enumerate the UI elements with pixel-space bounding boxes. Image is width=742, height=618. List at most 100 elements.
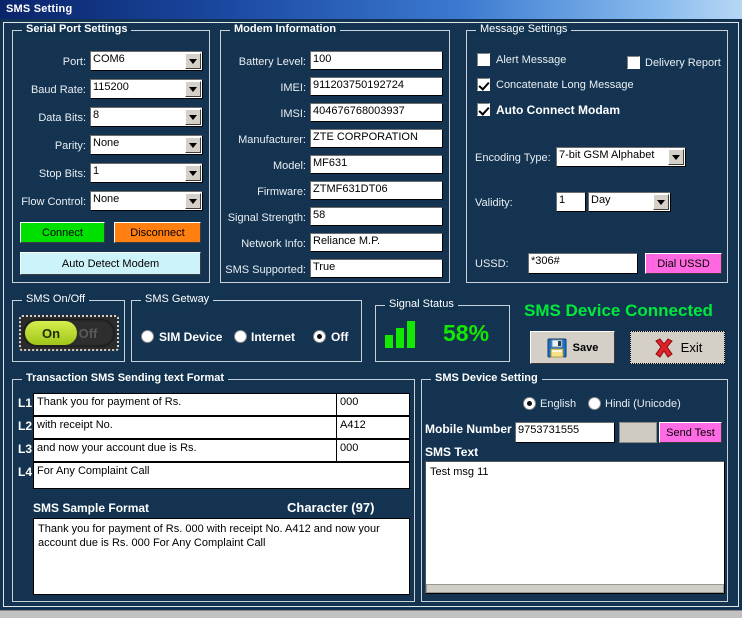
sms-onoff-on-label: On [25, 321, 77, 345]
encoding-type-value: 7-bit GSM Alphabet [559, 149, 655, 161]
dial-ussd-button[interactable]: Dial USSD [645, 253, 722, 274]
imei-field[interactable]: 911203750192724 [310, 77, 443, 96]
chevron-down-icon[interactable] [185, 137, 201, 153]
battery-level-field[interactable]: 100 [310, 51, 443, 70]
network-info-label: Network Info: [241, 238, 306, 250]
signal-strength-field[interactable]: 58 [310, 207, 443, 226]
chevron-down-icon[interactable] [185, 53, 201, 69]
ussd-value: *306# [531, 255, 560, 267]
transaction-row-3-text[interactable]: and now your account due is Rs. [33, 439, 337, 462]
language-radio-hindi[interactable] [588, 397, 601, 410]
transaction-row-3-value[interactable]: 000 [336, 439, 410, 462]
transaction-row-3-value-text: 000 [340, 442, 359, 454]
gateway-label-internet: Internet [251, 330, 296, 344]
chevron-down-icon[interactable] [185, 81, 201, 97]
chevron-down-icon[interactable] [653, 194, 669, 210]
auto-detect-modem-label: Auto Detect Modem [61, 257, 160, 270]
imsi-label: IMSI: [280, 108, 306, 120]
baud-rate-combobox[interactable]: 115200 [90, 79, 203, 99]
gateway-radio-internet[interactable] [234, 330, 247, 343]
gateway-label-off: Off [331, 330, 349, 344]
delivery-report-checkbox[interactable] [627, 56, 640, 69]
alert-message-label: Alert Message [496, 54, 567, 66]
chevron-down-icon[interactable] [668, 149, 684, 165]
transaction-row-2-text[interactable]: with receipt No. [33, 416, 337, 439]
sms-text-input[interactable]: Test msg 11 [425, 461, 725, 594]
stop-bits-value: 1 [93, 165, 100, 177]
data-bits-label: Data Bits: [38, 112, 86, 124]
manufacturer-label: Manufacturer: [238, 134, 306, 146]
stop-bits-label: Stop Bits: [38, 168, 86, 180]
sms-text-value: Test msg 11 [430, 466, 489, 478]
parity-combobox[interactable]: None [90, 135, 203, 155]
transaction-row-2-value[interactable]: A412 [336, 416, 410, 439]
send-test-button[interactable]: Send Test [659, 422, 722, 443]
character-count: Character (97) [287, 500, 375, 515]
firmware-field[interactable]: ZTMF631DT06 [310, 181, 443, 200]
save-button-label: Save [572, 341, 599, 354]
sms-supported-field[interactable]: True [310, 259, 443, 278]
gateway-radio-sim-device[interactable] [141, 330, 154, 343]
transaction-row-1-value[interactable]: 000 [336, 393, 410, 416]
sms-onoff-toggle[interactable]: On Off [19, 315, 119, 351]
message-settings-caption: Message Settings [476, 23, 572, 35]
transaction-row-3-text-value: and now your account due is Rs. [37, 442, 197, 454]
imsi-field[interactable]: 404676768003937 [310, 103, 443, 122]
mobile-number-spacer [619, 422, 657, 443]
connect-button[interactable]: Connect [20, 222, 105, 243]
stop-bits-combobox[interactable]: 1 [90, 163, 203, 183]
firmware-label: Firmware: [257, 186, 306, 198]
validity-unit-value: Day [591, 194, 611, 206]
sms-sample-format-text: Thank you for payment of Rs. 000 with re… [38, 523, 380, 549]
signal-strength-label: Signal Strength: [227, 212, 306, 224]
mobile-number-label: Mobile Number [425, 422, 512, 436]
model-field[interactable]: MF631 [310, 155, 443, 174]
language-radio-english[interactable] [523, 397, 536, 410]
chevron-down-icon[interactable] [185, 193, 201, 209]
disconnect-button-label: Disconnect [130, 226, 185, 239]
save-button[interactable]: Save [530, 331, 615, 364]
window-title-bar: SMS Setting [0, 0, 742, 19]
mobile-number-value: 9753731555 [518, 424, 580, 436]
mobile-number-field[interactable]: 9753731555 [515, 422, 615, 443]
sms-onoff-toggle-track[interactable]: On Off [23, 319, 115, 347]
transaction-row-1-text[interactable]: Thank you for payment of Rs. [33, 393, 337, 416]
sms-gateway-caption: SMS Getway [141, 293, 214, 305]
flow-control-value: None [93, 193, 120, 205]
auto-detect-modem-button[interactable]: Auto Detect Modem [20, 252, 201, 275]
transaction-row-2-text-value: with receipt No. [37, 419, 113, 431]
imei-value: 911203750192724 [313, 79, 404, 91]
chevron-down-icon[interactable] [185, 165, 201, 181]
data-bits-combobox[interactable]: 8 [90, 107, 203, 127]
language-label-english: English [540, 398, 577, 410]
baud-rate-label: Baud Rate: [30, 84, 86, 96]
ussd-field[interactable]: *306# [528, 253, 638, 274]
sms-text-horizontal-scrollbar[interactable] [426, 584, 724, 593]
transaction-row-4-text-value: For Any Complaint Call [37, 465, 150, 477]
encoding-type-combobox[interactable]: 7-bit GSM Alphabet [556, 147, 686, 167]
flow-control-combobox[interactable]: None [90, 191, 203, 211]
battery-level-label: Battery Level: [238, 56, 306, 68]
sms-supported-value: True [313, 261, 336, 273]
auto-connect-modam-label: Auto Connect Modam [496, 103, 620, 117]
validity-number-field[interactable]: 1 [556, 192, 586, 212]
manufacturer-field[interactable]: ZTE CORPORATION [310, 129, 443, 148]
validity-number-value: 1 [559, 194, 566, 206]
disconnect-button[interactable]: Disconnect [114, 222, 201, 243]
signal-status-caption: Signal Status [385, 298, 458, 310]
chevron-down-icon[interactable] [185, 109, 201, 125]
port-combobox[interactable]: COM6 [90, 51, 203, 71]
validity-unit-combobox[interactable]: Day [588, 192, 671, 212]
exit-button[interactable]: Exit [630, 331, 725, 364]
transaction-row-4-text[interactable]: For Any Complaint Call [33, 462, 410, 489]
manufacturer-value: ZTE CORPORATION [313, 131, 418, 143]
close-x-icon [653, 337, 675, 358]
network-info-field[interactable]: Reliance M.P. [310, 233, 443, 252]
sms-device-setting-caption: SMS Device Setting [431, 372, 542, 384]
concatenate-long-message-checkbox[interactable] [477, 78, 490, 91]
auto-connect-modam-checkbox[interactable] [477, 103, 490, 116]
connect-button-label: Connect [42, 226, 83, 239]
alert-message-checkbox[interactable] [477, 53, 490, 66]
gateway-radio-off[interactable] [313, 330, 326, 343]
sms-text-label: SMS Text [425, 445, 479, 459]
